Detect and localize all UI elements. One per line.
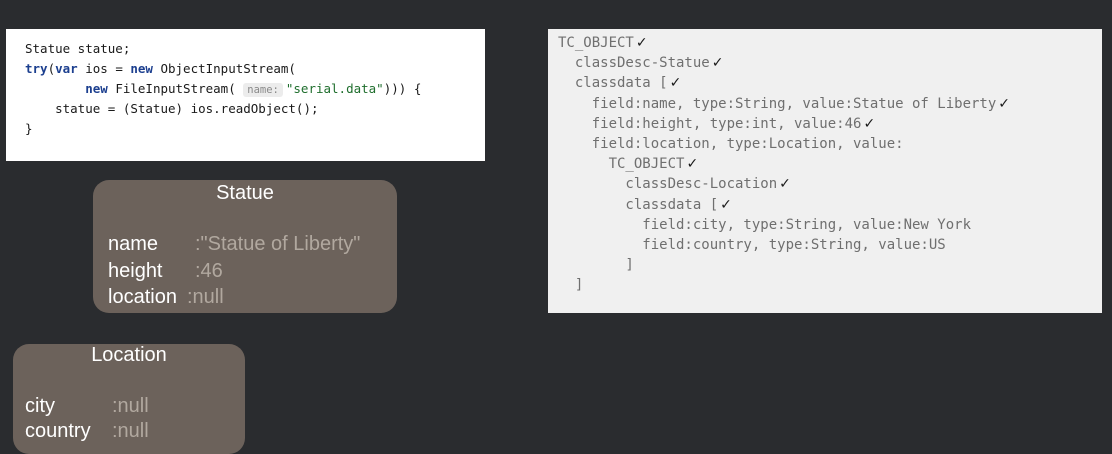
keyword-new: new bbox=[130, 61, 153, 76]
code-text: Statue statue; bbox=[25, 41, 131, 56]
tree-line: field:city, type:String, value:New York bbox=[558, 215, 1102, 235]
field-value: :"Statue of Liberty" bbox=[195, 233, 361, 255]
code-line-3: new FileInputStream( name: "serial.data")… bbox=[25, 79, 485, 99]
tree-line: ] bbox=[558, 275, 1102, 295]
tree-line: field:height, type:int, value:46 ✓ bbox=[558, 114, 1102, 134]
tree-line-text: TC_OBJECT bbox=[558, 156, 685, 173]
tree-line-text: TC_OBJECT bbox=[558, 35, 634, 51]
check-icon: ✓ bbox=[711, 55, 724, 72]
check-icon: ✓ bbox=[779, 176, 791, 193]
code-line-1: Statue statue; bbox=[25, 39, 485, 59]
tree-line: TC_OBJECT ✓ bbox=[558, 33, 1102, 53]
check-icon: ✓ bbox=[863, 115, 876, 132]
tree-line: classDesc-Location ✓ bbox=[558, 174, 1102, 194]
field-value: :46 bbox=[195, 260, 223, 282]
tree-line-text: classDesc-Statue bbox=[558, 55, 710, 72]
tree-line-text: classdata [ bbox=[558, 196, 719, 213]
tree-line: classdata [✓ bbox=[558, 195, 1102, 215]
location-object-box: Location city :null country :null bbox=[13, 344, 245, 454]
field-label: location bbox=[108, 286, 177, 308]
statue-field-height: height :46 bbox=[108, 260, 223, 283]
tree-line: classDesc-Statue ✓ bbox=[558, 53, 1102, 73]
code-text: ))) { bbox=[383, 81, 422, 96]
tree-line-text: classDesc-Location bbox=[558, 176, 778, 193]
keyword-try: try bbox=[25, 61, 48, 76]
code-snippet-panel: Statue statue; try(var ios = new ObjectI… bbox=[6, 29, 485, 161]
tree-line: field:name, type:String, value:Statue of… bbox=[558, 94, 1102, 114]
code-text: statue = (Statue) ios.readObject(); bbox=[25, 101, 319, 116]
code-text: } bbox=[25, 121, 33, 136]
location-field-country: country :null bbox=[25, 420, 149, 443]
code-text: ObjectInputStream( bbox=[152, 61, 296, 76]
tree-line-text: ] bbox=[558, 257, 634, 274]
check-icon: ✓ bbox=[998, 95, 1011, 112]
field-value: :null bbox=[112, 395, 149, 417]
keyword-var: var bbox=[55, 61, 78, 76]
check-icon: ✓ bbox=[669, 75, 682, 92]
location-field-city: city :null bbox=[25, 395, 149, 418]
tree-line-text: field:location, type:Location, value: bbox=[558, 135, 904, 152]
code-text: ios = bbox=[77, 61, 131, 76]
tree-line-text: ] bbox=[558, 277, 584, 294]
code-text: FileInputStream( bbox=[107, 81, 244, 96]
check-icon: ✓ bbox=[686, 156, 699, 173]
check-icon: ✓ bbox=[635, 35, 648, 51]
field-label: city bbox=[25, 395, 55, 417]
tree-line-text: classdata [ bbox=[558, 75, 668, 92]
check-icon: ✓ bbox=[720, 196, 732, 213]
parameter-hint: name: bbox=[243, 83, 283, 97]
statue-object-box: Statue name :"Statue of Liberty" height :4… bbox=[93, 180, 397, 313]
tree-line: TC_OBJECT ✓ bbox=[558, 154, 1102, 174]
code-line-5: } bbox=[25, 119, 485, 139]
location-box-title: Location bbox=[91, 344, 167, 366]
field-value: :null bbox=[112, 420, 149, 442]
code-line-4: statue = (Statue) ios.readObject(); bbox=[25, 99, 485, 119]
statue-field-location: location :null bbox=[108, 286, 224, 309]
keyword-new: new bbox=[85, 81, 108, 96]
string-literal: "serial.data" bbox=[285, 81, 384, 96]
code-text: ( bbox=[47, 61, 56, 76]
tree-line: classdata [✓ bbox=[558, 73, 1102, 93]
statue-field-name: name :"Statue of Liberty" bbox=[108, 233, 360, 256]
tree-line: field:country, type:String, value:US bbox=[558, 235, 1102, 255]
field-label: name bbox=[108, 233, 159, 255]
field-value: :null bbox=[187, 286, 224, 308]
field-label: country bbox=[25, 420, 91, 442]
tree-line: field:location, type:Location, value: bbox=[558, 134, 1102, 154]
tree-line-text: field:country, type:String, value:US bbox=[558, 236, 946, 253]
tree-line-text: field:height, type:int, value:46 bbox=[558, 115, 862, 132]
statue-box-title: Statue bbox=[216, 182, 274, 204]
field-label: height bbox=[108, 260, 163, 282]
serialization-tree-panel: TC_OBJECT ✓ classDesc-Statue ✓ classdata [… bbox=[548, 29, 1102, 313]
tree-line: ] bbox=[558, 255, 1102, 275]
tree-line-text: field:city, type:String, value:New York bbox=[558, 216, 972, 233]
tree-line-text: field:name, type:String, value:Statue of… bbox=[558, 95, 997, 112]
code-line-2: try(var ios = new ObjectInputStream( bbox=[25, 59, 485, 79]
